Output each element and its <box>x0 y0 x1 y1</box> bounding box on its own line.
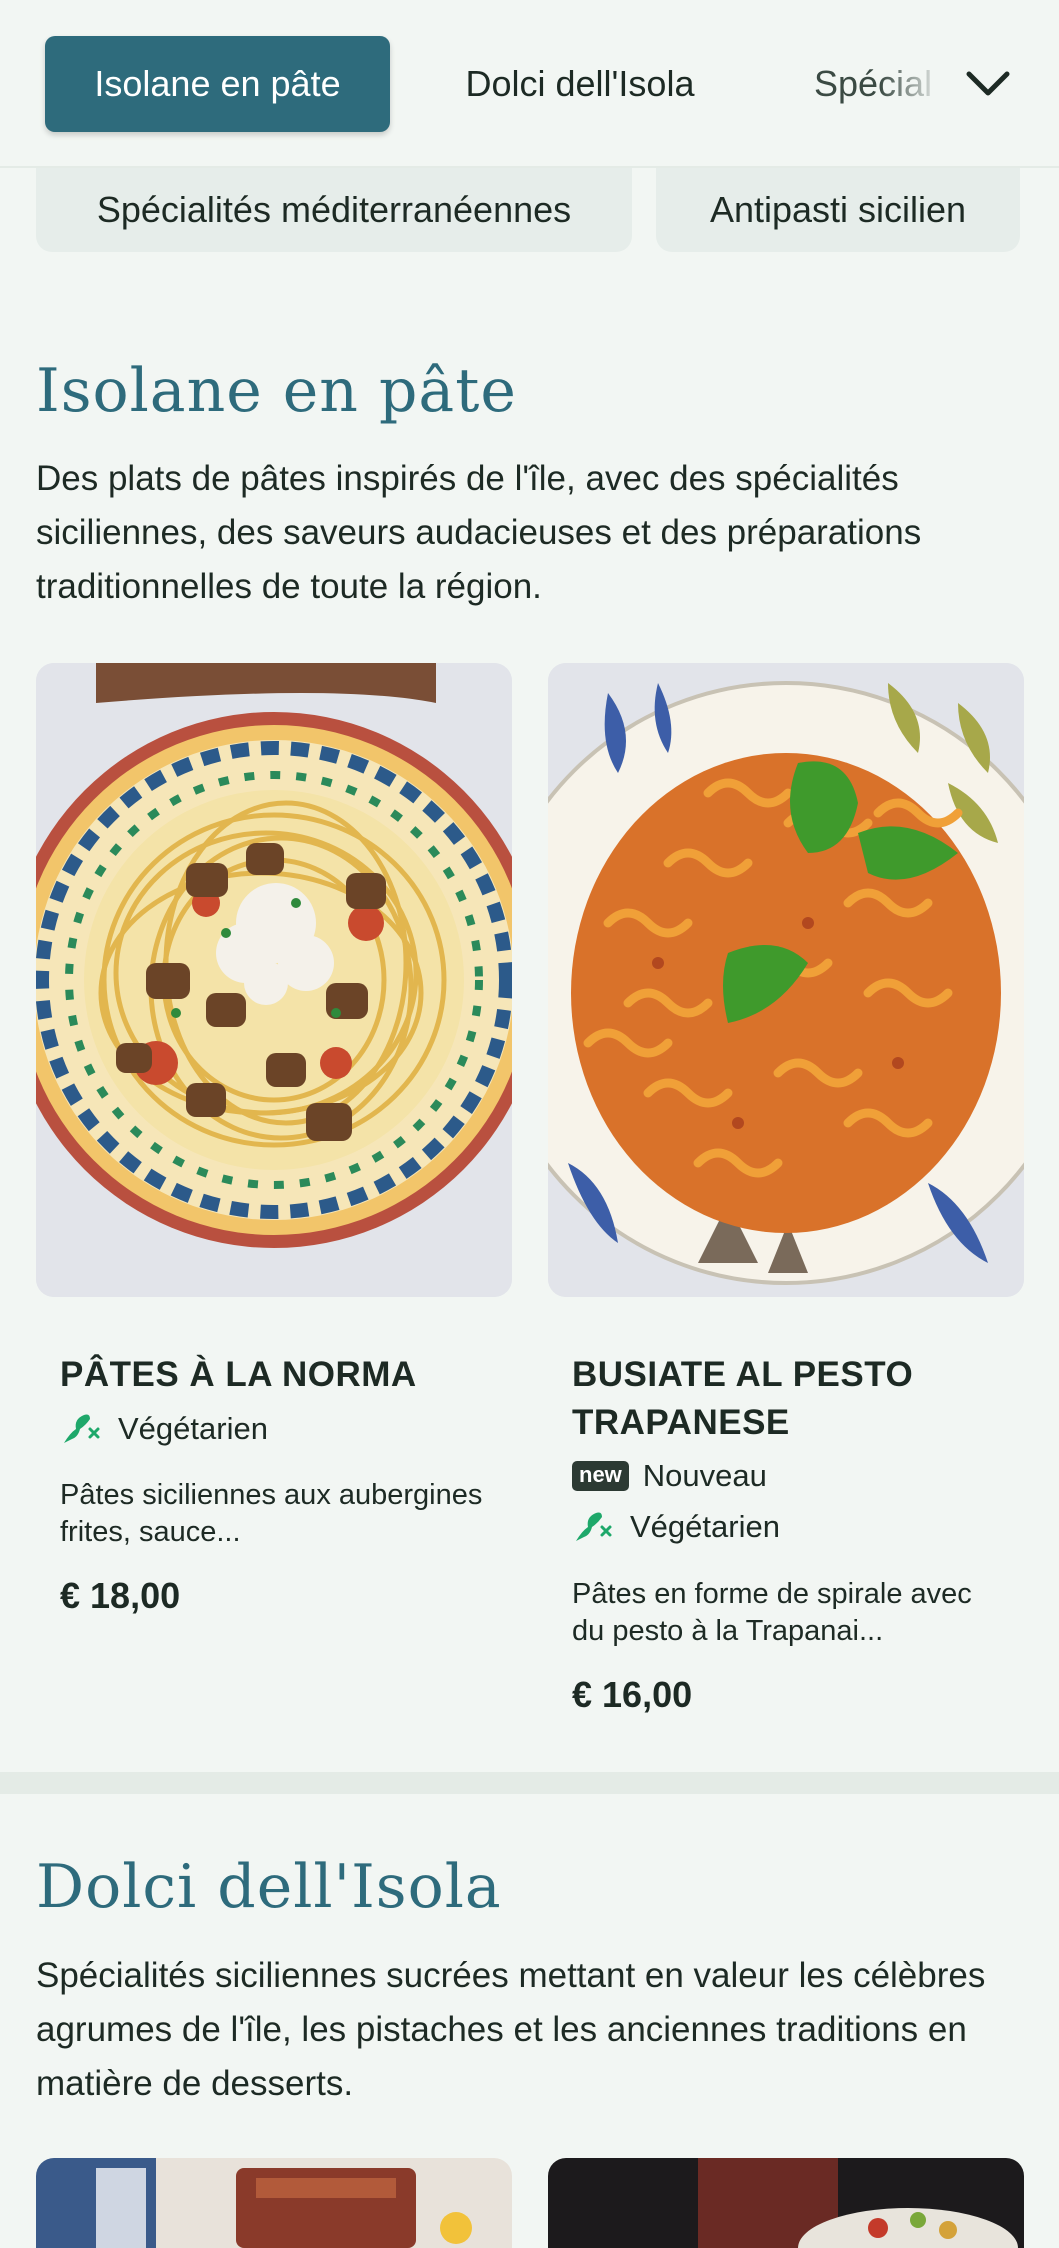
badge-label: Nouveau <box>642 1458 767 1493</box>
chip-antipasti-sicilien[interactable]: Antipasti sicilien <box>656 168 1020 252</box>
dish-photo-busiate-pesto <box>548 663 1024 1297</box>
dish-name: PÂTES À LA NORMA <box>60 1355 417 1394</box>
menu-item-card[interactable]: BUSIATE AL PESTO TRAPANESE new Nouveau V… <box>548 663 1024 1723</box>
category-nav: Isolane en pâte Dolci dell'Isola Spécial <box>0 0 1059 168</box>
tab-dolci-dell-isola[interactable]: Dolci dell'Isola <box>430 36 730 132</box>
section-description: Des plats de pâtes inspirés de l'île, av… <box>36 459 922 606</box>
chip-specialites-mediterraneennes[interactable]: Spécialités méditerranéennes <box>36 168 632 252</box>
section-title: Dolci dell'Isola <box>36 1852 502 1922</box>
chevron-down-icon[interactable] <box>958 54 1018 114</box>
section-title: Isolane en pâte <box>36 356 517 426</box>
dish-description: Pâtes siciliennes aux aubergines frites,… <box>60 1479 483 1548</box>
vegetarian-icon <box>60 1409 104 1449</box>
tab-isolane-en-pate[interactable]: Isolane en pâte <box>45 36 390 132</box>
menu-item-card[interactable]: PÂTES À LA NORMA Végétarien Pâtes sicili… <box>36 663 512 1623</box>
badge-label: Végétarien <box>118 1411 268 1446</box>
dish-price: € 18,00 <box>60 1575 181 1616</box>
dish-name: BUSIATE AL PESTO TRAPANESE <box>572 1355 914 1442</box>
dish-photo-pasta-norma <box>36 663 512 1297</box>
dish-price: € 16,00 <box>572 1674 693 1715</box>
badge-vegetarian: Végétarien <box>60 1407 268 1451</box>
badge-vegetarian: Végétarien <box>572 1505 780 1549</box>
vegetarian-icon <box>572 1507 616 1547</box>
new-badge: new <box>572 1461 629 1491</box>
dish-description: Pâtes en forme de spirale avec du pesto … <box>572 1578 972 1647</box>
section-divider <box>0 1772 1059 1794</box>
badge-label: Végétarien <box>630 1509 780 1544</box>
badge-new: new Nouveau <box>572 1454 767 1498</box>
section-description: Spécialités siciliennes sucrées mettant … <box>36 1956 986 2103</box>
tab-scroll-fade <box>880 30 970 138</box>
